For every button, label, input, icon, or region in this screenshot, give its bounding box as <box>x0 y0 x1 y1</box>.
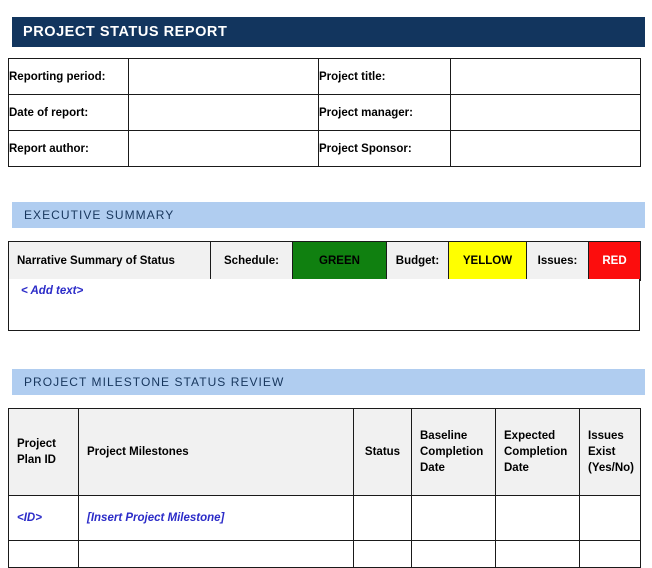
issues-line-1: Issues <box>588 429 624 442</box>
plan-id-line-2: Plan ID <box>17 454 56 466</box>
page-title: PROJECT STATUS REPORT <box>23 24 228 40</box>
budget-status-badge[interactable]: YELLOW <box>448 241 527 281</box>
report-info-table: Reporting period: Project title: Date of… <box>8 58 641 167</box>
table-header-row: Project Plan ID Project Milestones Statu… <box>8 408 641 496</box>
milestone-baseline-date-cell[interactable] <box>411 540 496 568</box>
narrative-summary-header: Narrative Summary of Status <box>8 241 211 281</box>
expected-line-2: Completion <box>504 445 568 458</box>
milestone-status-table: Project Plan ID Project Milestones Statu… <box>8 408 641 568</box>
table-row: Narrative Summary of Status Schedule: GR… <box>8 241 641 281</box>
column-header-milestones: Project Milestones <box>78 408 354 496</box>
executive-summary-title: EXECUTIVE SUMMARY <box>24 208 175 222</box>
document-title-bar: PROJECT STATUS REPORT <box>12 17 645 47</box>
issues-line-3: (Yes/No) <box>588 462 635 475</box>
milestone-review-section-header: PROJECT MILESTONE STATUS REVIEW <box>12 369 645 395</box>
table-row: Reporting period: Project title: <box>8 58 641 95</box>
column-header-baseline-date: Baseline Completion Date <box>411 408 496 496</box>
table-row: Date of report: Project manager: <box>8 94 641 131</box>
baseline-line-2: Completion <box>420 445 484 458</box>
schedule-status-badge[interactable]: GREEN <box>292 241 387 281</box>
project-title-field[interactable] <box>450 58 641 95</box>
milestone-expected-date-cell[interactable] <box>495 495 580 541</box>
column-header-issues-exist: Issues Exist (Yes/No) <box>579 408 641 496</box>
milestone-review-title: PROJECT MILESTONE STATUS REVIEW <box>24 375 285 389</box>
plan-id-line-1: Project <box>17 437 56 450</box>
narrative-summary-textarea[interactable]: < Add text> <box>8 279 640 331</box>
column-header-plan-id: Project Plan ID <box>8 408 79 496</box>
project-manager-label: Project manager: <box>318 94 451 131</box>
table-row: <ID> [Insert Project Milestone] <box>8 495 641 541</box>
expected-line-1: Expected <box>504 429 556 442</box>
milestone-issues-exist-cell[interactable] <box>579 540 641 568</box>
executive-summary-status-table: Narrative Summary of Status Schedule: GR… <box>8 241 641 281</box>
report-author-label: Report author: <box>8 130 129 167</box>
date-of-report-field[interactable] <box>128 94 319 131</box>
milestone-status-cell[interactable] <box>353 495 412 541</box>
milestone-plan-id-cell[interactable] <box>8 540 79 568</box>
milestone-expected-date-cell[interactable] <box>495 540 580 568</box>
issues-status-badge[interactable]: RED <box>588 241 641 281</box>
column-header-expected-date: Expected Completion Date <box>495 408 580 496</box>
issues-label: Issues: <box>526 241 589 281</box>
project-manager-field[interactable] <box>450 94 641 131</box>
milestone-status-cell[interactable] <box>353 540 412 568</box>
report-author-field[interactable] <box>128 130 319 167</box>
milestone-name-cell[interactable] <box>78 540 354 568</box>
expected-line-3: Date <box>504 462 529 475</box>
project-sponsor-label: Project Sponsor: <box>318 130 451 167</box>
narrative-summary-placeholder: < Add text> <box>21 285 84 297</box>
table-row <box>8 540 641 568</box>
baseline-line-3: Date <box>420 462 445 475</box>
baseline-line-1: Baseline <box>420 429 468 442</box>
project-title-label: Project title: <box>318 58 451 95</box>
project-status-report-page: PROJECT STATUS REPORT Reporting period: … <box>0 0 652 568</box>
project-sponsor-field[interactable] <box>450 130 641 167</box>
reporting-period-label: Reporting period: <box>8 58 129 95</box>
executive-summary-section-header: EXECUTIVE SUMMARY <box>12 202 645 228</box>
milestone-plan-id-cell[interactable]: <ID> <box>8 495 79 541</box>
issues-line-2: Exist <box>588 445 616 458</box>
schedule-label: Schedule: <box>210 241 293 281</box>
milestone-name-cell[interactable]: [Insert Project Milestone] <box>78 495 354 541</box>
reporting-period-field[interactable] <box>128 58 319 95</box>
milestone-baseline-date-cell[interactable] <box>411 495 496 541</box>
column-header-status: Status <box>353 408 412 496</box>
table-row: Report author: Project Sponsor: <box>8 130 641 167</box>
budget-label: Budget: <box>386 241 449 281</box>
milestone-plan-id-placeholder: <ID> <box>17 512 42 524</box>
date-of-report-label: Date of report: <box>8 94 129 131</box>
milestone-name-placeholder: [Insert Project Milestone] <box>87 512 225 524</box>
milestone-issues-exist-cell[interactable] <box>579 495 641 541</box>
